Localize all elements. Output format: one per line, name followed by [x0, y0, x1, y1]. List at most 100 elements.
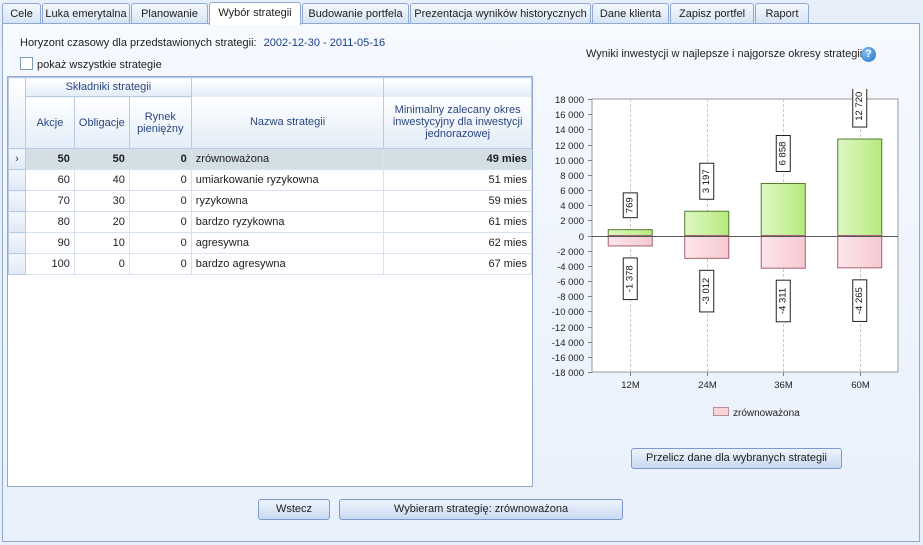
- cell-akcje: 80: [24, 211, 75, 233]
- bar-best: [607, 229, 653, 236]
- cell-obligacje: 0: [73, 253, 130, 275]
- cell-okres: 61 mies: [383, 211, 532, 233]
- data-label: 12 720: [854, 92, 865, 121]
- table-row[interactable]: 100 0 0 bardzo agresywna 67 mies: [8, 253, 532, 275]
- cell-rynek: 0: [128, 211, 192, 233]
- row-indicator: [8, 232, 26, 254]
- y-tick-label: 6 000: [560, 186, 584, 197]
- y-tick-label: 2 000: [560, 216, 584, 227]
- column-header-nazwa[interactable]: Nazwa strategii: [190, 96, 385, 149]
- row-indicator: [8, 190, 26, 212]
- table-row[interactable]: 80 20 0 bardzo ryzykowna 61 mies: [8, 211, 532, 233]
- data-label: -4 311: [778, 288, 789, 314]
- y-tick-label: -14 000: [552, 338, 584, 349]
- y-tick-label: 4 000: [560, 201, 584, 212]
- cell-obligacje: 20: [73, 211, 130, 233]
- time-horizon: Horyzont czasowy dla przedstawionych str…: [20, 37, 385, 49]
- column-header-okres[interactable]: Minimalny zalecany okres inwestycyjny dl…: [383, 96, 532, 149]
- column-header-obligacje[interactable]: Obligacje: [73, 96, 130, 149]
- data-label: -3 012: [701, 278, 712, 305]
- cell-rynek: 0: [128, 253, 192, 275]
- cell-okres: 67 mies: [383, 253, 532, 275]
- table-row[interactable]: 60 40 0 umiarkowanie ryzykowna 51 mies: [8, 169, 532, 191]
- bar-best: [760, 182, 806, 236]
- cell-akcje: 60: [24, 169, 75, 191]
- bar-best: [837, 138, 883, 236]
- choose-strategy-button[interactable]: Wybieram strategię: zrównoważona: [339, 499, 623, 520]
- tab-7[interactable]: Dane klienta: [592, 3, 669, 23]
- data-label: 3 197: [701, 169, 712, 193]
- cell-akcje: 100: [24, 253, 75, 275]
- y-tick-label: 16 000: [555, 110, 584, 121]
- cell-okres: 62 mies: [383, 232, 532, 254]
- x-tick-label: 24M: [698, 380, 717, 391]
- cell-obligacje: 30: [73, 190, 130, 212]
- tab-6[interactable]: Prezentacja wyników historycznych: [410, 3, 591, 23]
- cell-nazwa: bardzo agresywna: [190, 253, 385, 275]
- blank-header: [190, 77, 385, 97]
- y-tick-label: -16 000: [552, 353, 584, 364]
- column-header-akcje[interactable]: Akcje: [24, 96, 75, 149]
- bar-worst: [837, 235, 883, 269]
- data-label: -4 265: [854, 287, 865, 314]
- cell-obligacje: 40: [73, 169, 130, 191]
- bar-worst: [684, 235, 730, 259]
- cell-rynek: 0: [128, 190, 192, 212]
- table-row[interactable]: 90 10 0 agresywna 62 mies: [8, 232, 532, 254]
- y-tick-label: -12 000: [552, 323, 584, 334]
- cell-obligacje: 50: [73, 148, 130, 170]
- row-indicator: [8, 253, 26, 275]
- question-mark-icon[interactable]: ?: [861, 47, 876, 62]
- cell-rynek: 0: [128, 232, 192, 254]
- cell-rynek: 0: [128, 148, 192, 170]
- y-tick-label: -8 000: [557, 292, 584, 303]
- chart-legend: zrównoważona: [713, 407, 800, 419]
- table-row[interactable]: 70 30 0 ryzykowna 59 mies: [8, 190, 532, 212]
- tab-5[interactable]: Budowanie portfela: [302, 3, 409, 23]
- cell-akcje: 70: [24, 190, 75, 212]
- bar-worst: [607, 235, 653, 247]
- tab-9[interactable]: Raport: [755, 3, 809, 23]
- cell-nazwa: zrównoważona: [190, 148, 385, 170]
- column-header-rynek[interactable]: Rynek pieniężny: [128, 96, 192, 149]
- show-all-strategies-checkbox[interactable]: pokaż wszystkie strategie: [20, 57, 162, 71]
- data-label: -1 378: [625, 265, 636, 292]
- strategy-components-header: Składniki strategii: [24, 77, 192, 97]
- table-row[interactable]: › 50 50 0 zrównoważona 49 mies: [8, 148, 532, 170]
- tab-4[interactable]: Wybór strategii: [209, 2, 301, 25]
- strategy-grid: Składniki strategii Akcje Obligacje Ryne…: [7, 76, 533, 487]
- cell-nazwa: ryzykowna: [190, 190, 385, 212]
- back-button[interactable]: Wstecz: [258, 499, 330, 520]
- row-indicator: ›: [8, 148, 26, 170]
- x-tick-label: 12M: [621, 380, 640, 391]
- best-worst-chart: 18 000 16 000 14 000 12 000 10 000 8 000 6 000…: [552, 89, 899, 391]
- y-tick-label: 12 000: [555, 141, 584, 152]
- blank-header: [383, 77, 532, 97]
- row-indicator: [8, 211, 26, 233]
- data-label: 769: [625, 197, 636, 213]
- cell-nazwa: agresywna: [190, 232, 385, 254]
- bar-worst: [760, 235, 806, 269]
- time-horizon-label: Horyzont czasowy dla przedstawionych str…: [20, 37, 257, 49]
- y-tick-label: -2 000: [557, 247, 584, 258]
- recalculate-button[interactable]: Przelicz dane dla wybranych strategii: [631, 448, 842, 469]
- tab-8[interactable]: Zapisz portfel: [670, 3, 754, 23]
- x-tick-label: 36M: [774, 380, 793, 391]
- y-tick-label: 14 000: [555, 125, 584, 136]
- checkbox-box[interactable]: [20, 57, 33, 70]
- bar-best: [684, 210, 730, 236]
- cell-akcje: 50: [24, 148, 75, 170]
- tab-3[interactable]: Planowanie: [131, 3, 208, 23]
- cell-akcje: 90: [24, 232, 75, 254]
- chart-title: Wyniki inwestycji w najlepsze i najgorsz…: [586, 48, 863, 60]
- tab-2[interactable]: Luka emerytalna: [42, 3, 130, 23]
- y-tick-label: 10 000: [555, 156, 584, 167]
- tab-1[interactable]: Cele: [2, 3, 41, 23]
- cell-nazwa: umiarkowanie ryzykowna: [190, 169, 385, 191]
- row-indicator: [8, 169, 26, 191]
- cell-okres: 59 mies: [383, 190, 532, 212]
- time-horizon-value: 2002-12-30 - 2011-05-16: [263, 37, 386, 49]
- cell-rynek: 0: [128, 169, 192, 191]
- cell-okres: 51 mies: [383, 169, 532, 191]
- row-indicator-header: [8, 77, 26, 149]
